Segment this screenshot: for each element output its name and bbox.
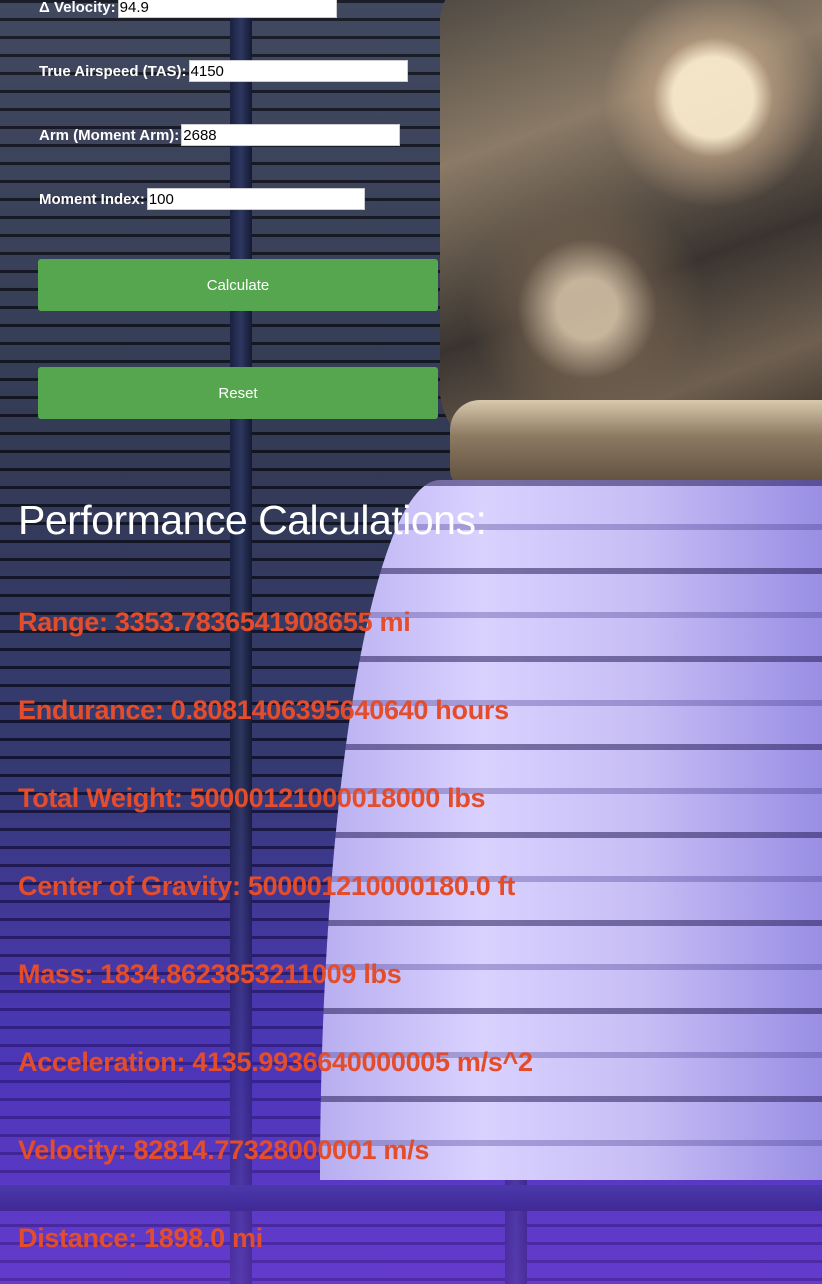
page-content: Δ Velocity: True Airspeed (TAS): Arm (Mo… — [0, 0, 822, 1284]
tas-input[interactable] — [188, 60, 408, 82]
tas-label: True Airspeed (TAS): — [39, 62, 187, 80]
calculate-button[interactable]: Calculate — [38, 259, 438, 311]
results-title: Performance Calculations: — [18, 497, 487, 543]
endurance-result: Endurance: 0.8081406395640640 hours — [18, 695, 509, 725]
moment-index-field: Moment Index: — [39, 187, 365, 211]
mass-result: Mass: 1834.8623853211009 lbs — [18, 959, 402, 989]
moment-index-label: Moment Index: — [39, 190, 145, 208]
distance-result: Distance: 1898.0 mi — [18, 1223, 263, 1253]
moment-index-input[interactable] — [146, 188, 365, 210]
reset-button[interactable]: Reset — [38, 367, 438, 419]
center-of-gravity-result: Center of Gravity: 500001210000180.0 ft — [18, 871, 516, 901]
arm-field: Arm (Moment Arm): — [39, 123, 401, 147]
tas-field: True Airspeed (TAS): — [39, 59, 408, 83]
delta-velocity-label: Δ Velocity: — [39, 0, 116, 16]
range-result: Range: 3353.7836541908655 mi — [18, 607, 411, 637]
delta-velocity-field: Δ Velocity: — [39, 0, 337, 19]
total-weight-result: Total Weight: 50000121000018000 lbs — [18, 783, 486, 813]
acceleration-result: Acceleration: 4135.9936640000005 m/s^2 — [18, 1047, 533, 1077]
velocity-result: Velocity: 82814.77328000001 m/s — [18, 1135, 430, 1165]
delta-velocity-input[interactable] — [117, 0, 337, 18]
arm-label: Arm (Moment Arm): — [39, 126, 180, 144]
arm-input[interactable] — [181, 124, 401, 146]
